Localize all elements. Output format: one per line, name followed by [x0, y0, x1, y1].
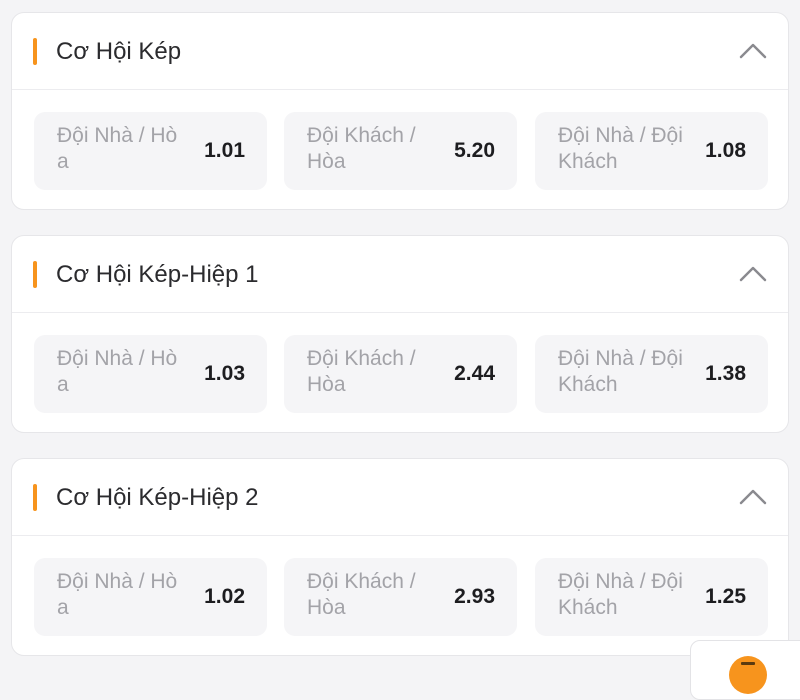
market-header[interactable]: Cơ Hội Kép-Hiệp 1	[12, 236, 788, 313]
odd-option[interactable]: Đội Nhà / Đội Khách 1.25	[535, 558, 768, 636]
odd-option[interactable]: Đội Nhà / Đội Khách 1.38	[535, 335, 768, 413]
chevron-up-icon[interactable]	[738, 262, 768, 284]
odds-row: Đội Nhà / Hòa 1.03 Đội Khách / Hòa 2.44 …	[12, 313, 788, 432]
menu-icon-line	[741, 662, 755, 665]
odd-value: 1.25	[705, 585, 746, 608]
odd-label: Đội Nhà / Đội Khách	[558, 570, 683, 619]
odd-option[interactable]: Đội Nhà / Hòa 1.02	[34, 558, 267, 636]
accent-bar	[33, 261, 37, 288]
odd-option[interactable]: Đội Khách / Hòa 2.93	[284, 558, 517, 636]
odd-value: 1.01	[204, 139, 245, 162]
odd-value: 2.44	[454, 362, 495, 385]
market-title: Cơ Hội Kép	[56, 38, 182, 65]
odd-label: Đội Nhà / Đội Khách	[558, 124, 683, 173]
market-header[interactable]: Cơ Hội Kép-Hiệp 2	[12, 459, 788, 536]
odd-label: Đội Khách / Hòa	[307, 347, 416, 396]
odd-option[interactable]: Đội Nhà / Hòa 1.03	[34, 335, 267, 413]
odd-label: Đội Nhà / Hòa	[57, 124, 178, 173]
odd-label: Đội Nhà / Hòa	[57, 347, 178, 396]
market-panel-double-chance-half-1: Cơ Hội Kép-Hiệp 1 Đội Nhà / Hòa 1.03 Đội…	[11, 235, 789, 433]
odd-value: 1.08	[705, 139, 746, 162]
market-title: Cơ Hội Kép-Hiệp 2	[56, 484, 259, 511]
odd-value: 1.03	[204, 362, 245, 385]
menu-icon[interactable]	[729, 656, 767, 694]
odd-value: 1.02	[204, 585, 245, 608]
odd-label: Đội Khách / Hòa	[307, 124, 416, 173]
odd-label: Đội Nhà / Đội Khách	[558, 347, 683, 396]
chevron-up-icon[interactable]	[738, 485, 768, 507]
odd-option[interactable]: Đội Nhà / Hòa 1.01	[34, 112, 267, 190]
market-header[interactable]: Cơ Hội Kép	[12, 13, 788, 90]
market-panel-double-chance-half-2: Cơ Hội Kép-Hiệp 2 Đội Nhà / Hòa 1.02 Đội…	[11, 458, 789, 656]
odd-option[interactable]: Đội Khách / Hòa 2.44	[284, 335, 517, 413]
market-title: Cơ Hội Kép-Hiệp 1	[56, 261, 259, 288]
accent-bar	[33, 484, 37, 511]
odds-row: Đội Nhà / Hòa 1.02 Đội Khách / Hòa 2.93 …	[12, 536, 788, 655]
odd-value: 2.93	[454, 585, 495, 608]
accent-bar	[33, 38, 37, 65]
chevron-up-icon[interactable]	[738, 39, 768, 61]
market-panel-double-chance: Cơ Hội Kép Đội Nhà / Hòa 1.01 Đội Khách …	[11, 12, 789, 210]
odd-value: 1.38	[705, 362, 746, 385]
odd-option[interactable]: Đội Nhà / Đội Khách 1.08	[535, 112, 768, 190]
odds-row: Đội Nhà / Hòa 1.01 Đội Khách / Hòa 5.20 …	[12, 90, 788, 209]
odd-label: Đội Nhà / Hòa	[57, 570, 178, 619]
odd-label: Đội Khách / Hòa	[307, 570, 416, 619]
odd-option[interactable]: Đội Khách / Hòa 5.20	[284, 112, 517, 190]
floating-widget	[690, 640, 800, 700]
odd-value: 5.20	[454, 139, 495, 162]
